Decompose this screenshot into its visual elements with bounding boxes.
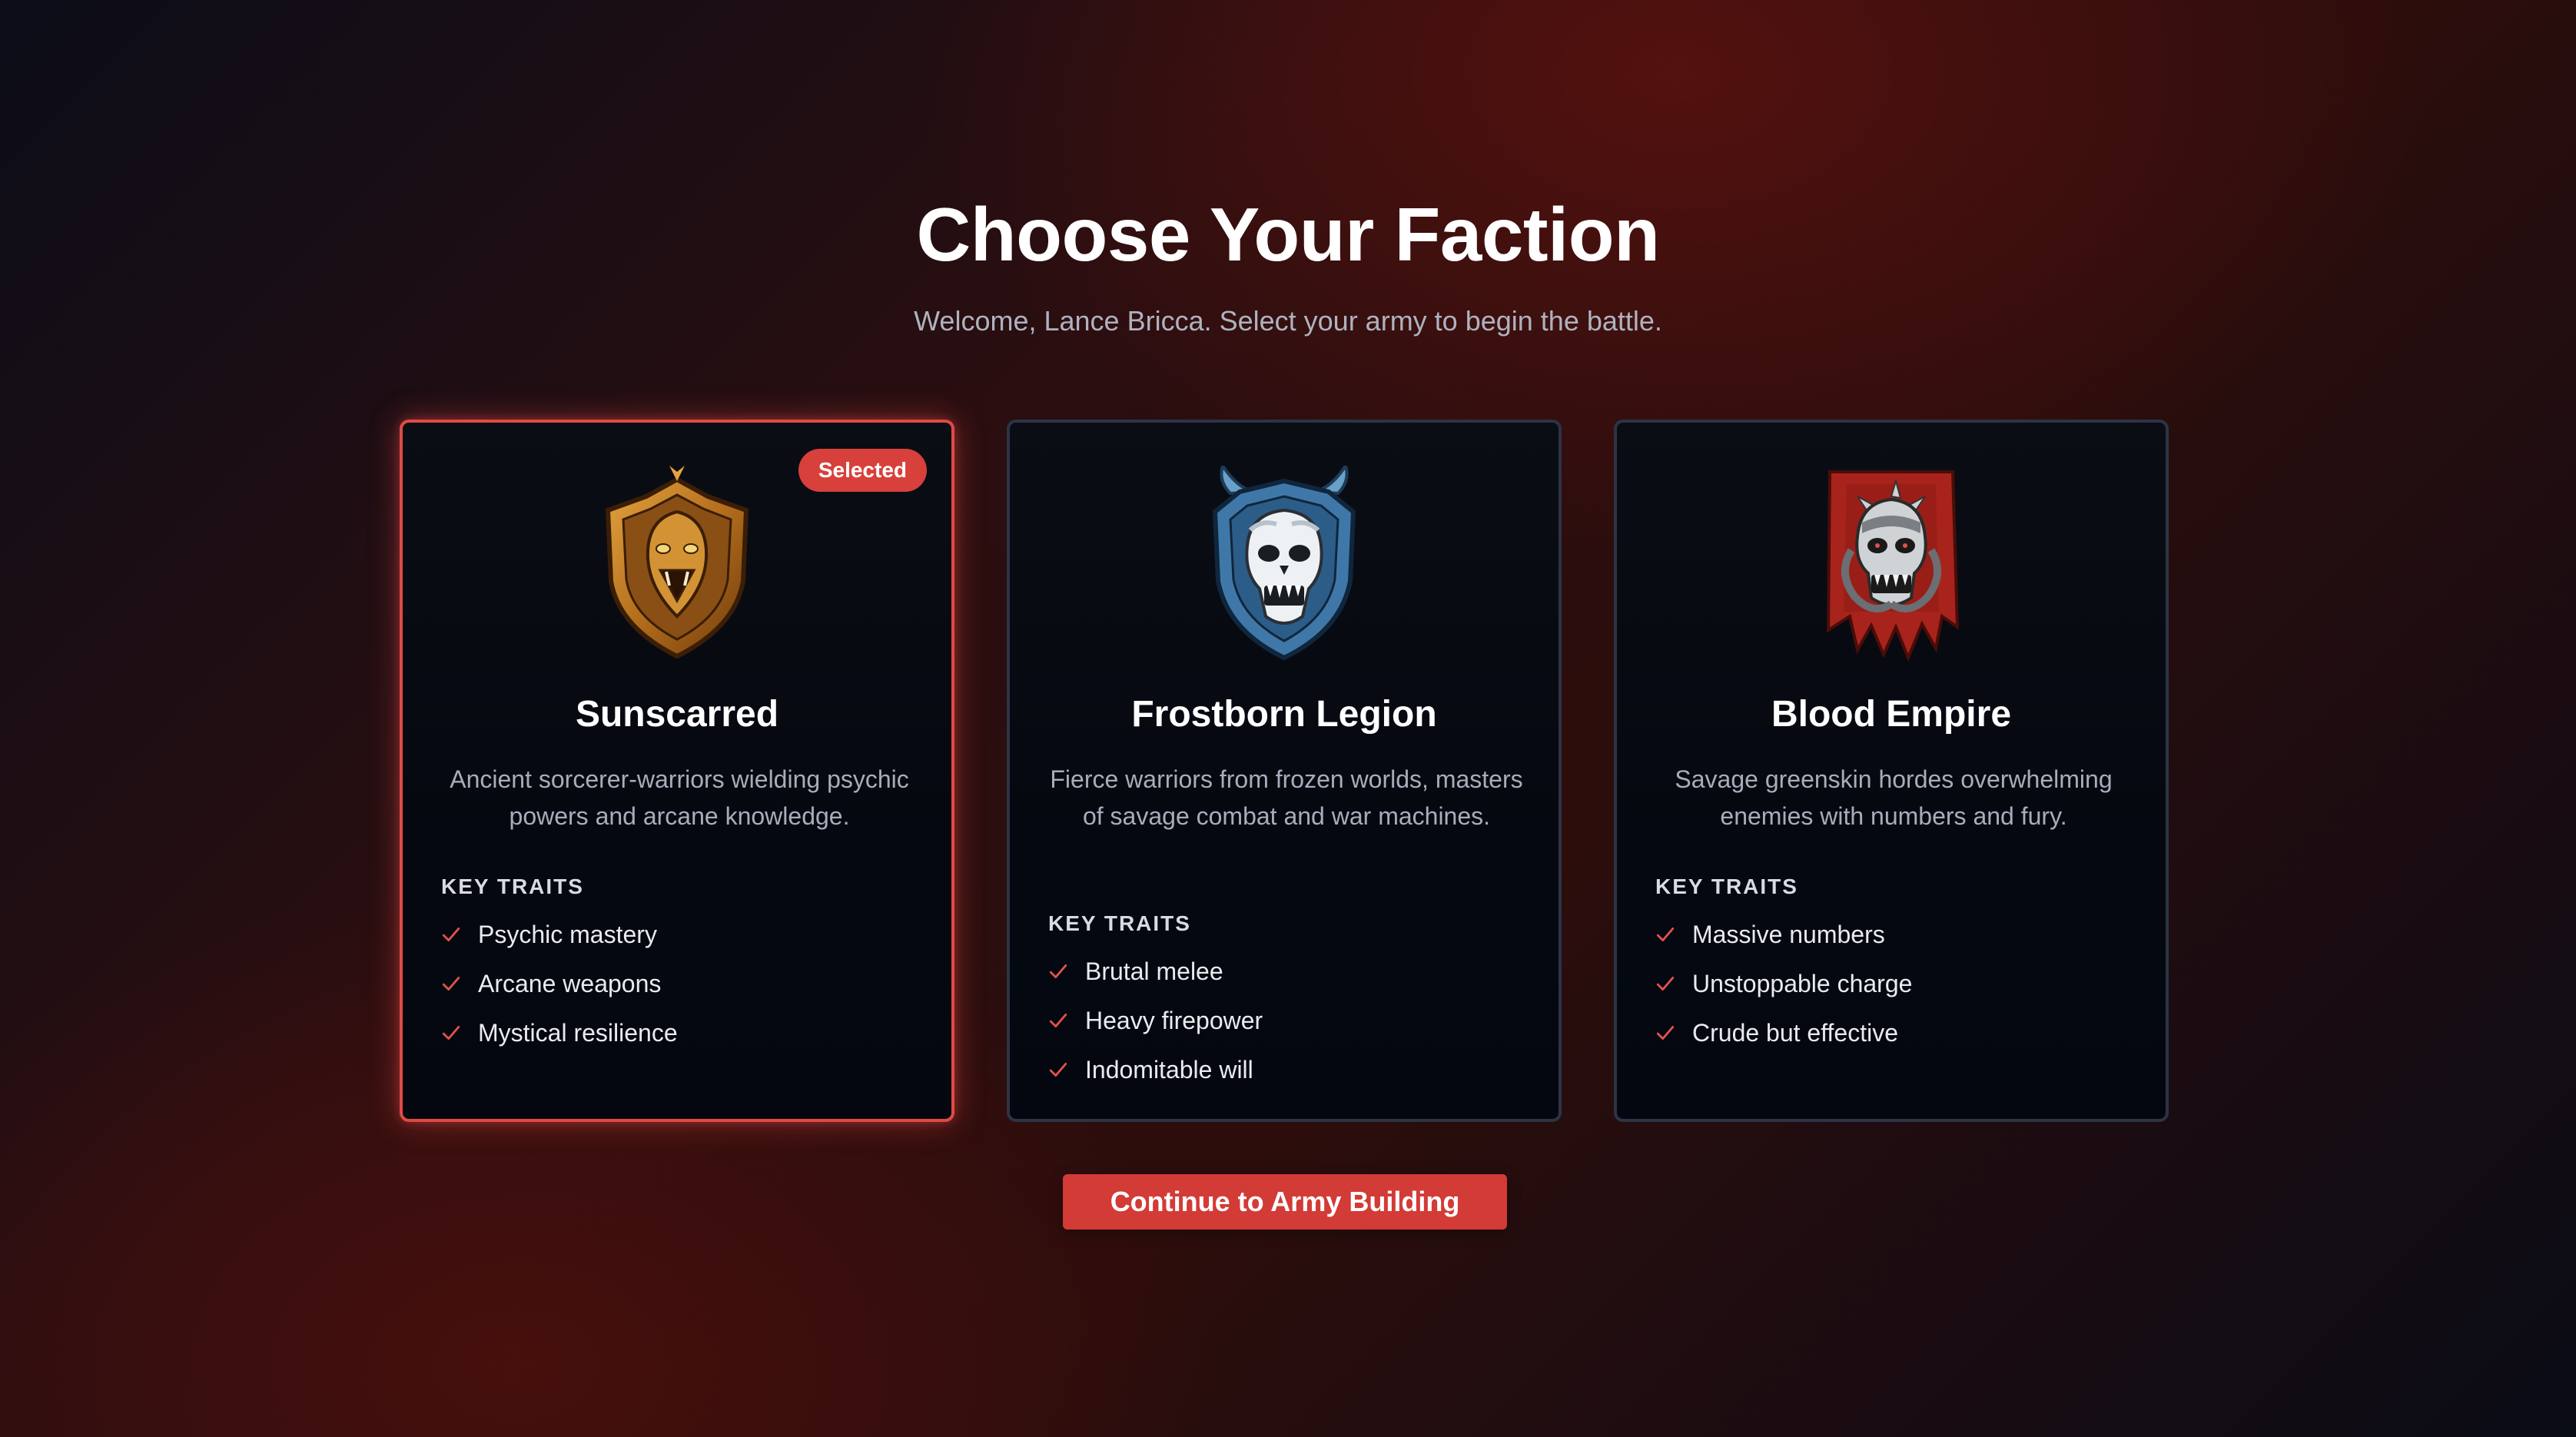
check-icon [442,928,460,941]
trait-label: Massive numbers [1692,920,1885,948]
trait-label: Heavy firepower [1085,1006,1263,1034]
faction-card-list: Selected Sunscarred Ancient sorcerer-war… [400,420,2170,1125]
faction-description: Fierce warriors from frozen worlds, mast… [1050,765,1523,830]
trait-label: Brutal melee [1085,957,1223,985]
trait-item: Indomitable will [1048,1045,1263,1094]
key-traits-heading: KEY TRAITS [441,874,584,898]
selected-badge: Selected [798,449,927,492]
trait-item: Arcane weapons [441,959,678,1008]
yeti-skull-shield-icon [1212,466,1356,661]
trait-label: Crude but effective [1692,1018,1899,1047]
cobra-shield-icon [605,466,749,659]
check-icon [1049,964,1067,978]
trait-label: Indomitable will [1085,1055,1253,1084]
trait-item: Brutal melee [1048,947,1263,996]
trait-list: Psychic mastery Arcane weapons Mystical … [441,910,678,1057]
check-icon [442,977,460,991]
faction-name: Blood Empire [1771,694,2012,735]
check-icon [1656,928,1675,941]
faction-selection-page: Choose Your Faction Welcome, Lance Bricc… [0,0,2576,1437]
faction-name: Sunscarred [575,694,779,735]
trait-list: Massive numbers Unstoppable charge Crude… [1655,910,1912,1057]
check-icon [442,1026,460,1040]
faction-card-sunscarred[interactable]: Selected Sunscarred Ancient sorcerer-war… [400,420,954,1122]
trait-item: Heavy firepower [1048,996,1263,1045]
trait-item: Massive numbers [1655,910,1912,959]
trait-label: Psychic mastery [478,920,657,948]
trait-item: Psychic mastery [441,910,678,959]
check-icon [1656,977,1675,991]
faction-description: Savage greenskin hordes overwhelming ene… [1675,765,2113,830]
key-traits-heading: KEY TRAITS [1655,874,1798,898]
welcome-subtitle: Welcome, Lance Bricca. Select your army … [914,305,1662,337]
key-traits-heading: KEY TRAITS [1048,911,1191,935]
trait-label: Mystical resilience [478,1018,678,1047]
skull-banner-icon [1826,470,1960,662]
check-icon [1656,1026,1675,1040]
trait-label: Unstoppable charge [1692,969,1913,997]
faction-card-frostborn-legion[interactable]: Frostborn Legion Fierce warriors from fr… [1007,420,1562,1122]
trait-item: Unstoppable charge [1655,959,1912,1008]
faction-description: Ancient sorcerer-warriors wielding psych… [450,765,909,830]
continue-to-army-building-button[interactable]: Continue to Army Building [1063,1174,1507,1230]
check-icon [1049,1014,1067,1027]
trait-list: Brutal melee Heavy firepower Indomitable… [1048,947,1263,1094]
faction-name: Frostborn Legion [1131,694,1437,735]
trait-item: Mystical resilience [441,1008,678,1057]
faction-card-blood-empire[interactable]: Blood Empire Savage greenskin hordes ove… [1614,420,2169,1122]
check-icon [1049,1063,1067,1077]
trait-label: Arcane weapons [478,969,662,997]
page-title: Choose Your Faction [916,192,1660,277]
trait-item: Crude but effective [1655,1008,1912,1057]
